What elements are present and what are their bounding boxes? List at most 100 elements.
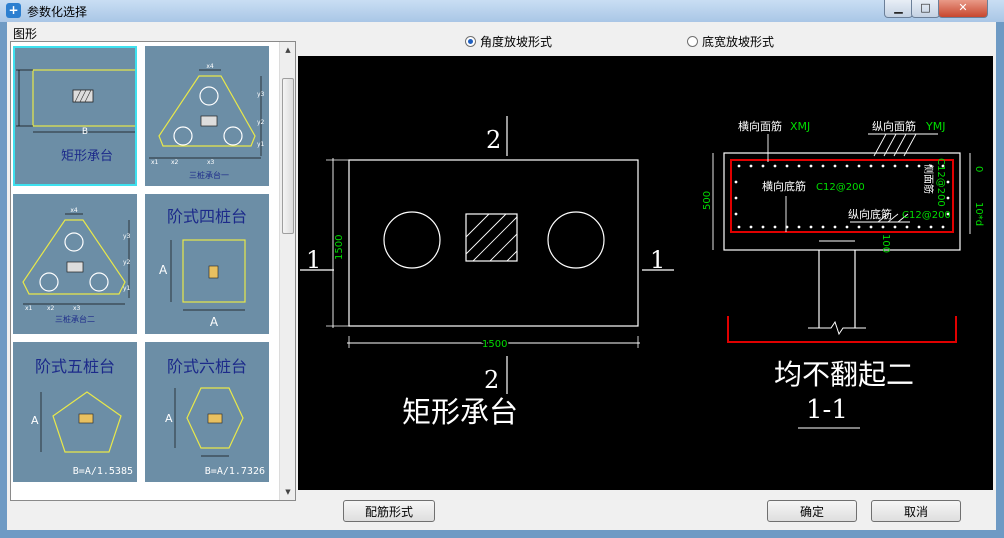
app-logo-icon: + — [6, 3, 21, 18]
code-top-longitudinal: YMJ — [925, 120, 945, 133]
close-button[interactable]: ✕ — [938, 0, 988, 18]
thumb-step-six-pile-drawing: 阶式六桩台 A B=A/1.7326 — [165, 357, 265, 477]
thumb-step-five-pile[interactable]: 阶式五桩台 A B=A/1.5385 — [13, 342, 137, 482]
radio-angle-slope[interactable]: 角度放坡形式 — [465, 33, 552, 50]
thumb-dim: B=A/1.7326 — [205, 466, 265, 477]
section-dim-height: 500 — [702, 191, 713, 210]
thumb-three-pile-2[interactable]: x4 y3 y2 y1 x1 x2 x3 三桩承台二 — [13, 194, 137, 334]
preview-drawing: 2 2 1 1 1500 1500 矩形承台 横向面筋 XMJ 纵向面筋 YMJ… — [300, 116, 984, 429]
section-mark-right: 1 — [650, 246, 665, 274]
label-bottom-transverse: 横向底筋 — [762, 179, 806, 193]
shape-list-scrollbar[interactable]: ▲ ▼ — [279, 42, 295, 500]
thumb-step-five-pile-drawing: 阶式五桩台 A B=A/1.5385 — [31, 357, 133, 477]
thumb-label: 阶式四桩台 — [167, 207, 247, 226]
thumb-three-pile-1[interactable]: x4 y3 y2 y1 x1 x2 x3 三桩承台一 — [145, 46, 269, 186]
section-mark-bottom: 2 — [484, 366, 499, 394]
thumb-dim: x1 — [151, 159, 159, 166]
thumb-dim: B=A/1.5385 — [73, 466, 133, 477]
minimize-icon: ▁ — [894, 1, 903, 14]
ok-button[interactable]: 确定 — [767, 500, 857, 522]
thumb-step-four-pile-drawing: 阶式四桩台 A A — [159, 207, 247, 329]
maximize-button[interactable]: □ — [911, 0, 940, 18]
radio-angle-label: 角度放坡形式 — [480, 35, 553, 49]
code-bottom-transverse: C12@200 — [816, 182, 865, 193]
thumb-dim: A — [159, 263, 168, 277]
label-bottom-longitudinal: 纵向底筋 — [848, 207, 892, 221]
maximize-icon: □ — [920, 1, 931, 14]
thumb-dim: y3 — [123, 233, 131, 240]
label-top-transverse: 横向面筋 — [738, 119, 782, 133]
code-side: C12@200 — [935, 158, 946, 207]
column-square — [465, 213, 518, 262]
thumb-label: 三桩承台二 — [55, 314, 95, 324]
thumb-label: 三桩承台一 — [189, 170, 229, 180]
thumb-dim: y2 — [257, 119, 265, 126]
thumb-dim: x3 — [73, 305, 81, 312]
title-bar[interactable]: + 参数化选择 ▁ □ ✕ — [0, 0, 1004, 22]
dialog-client: 图形 B 矩形承台 x4 y3 y2 y1 x1 x2 x3 三桩承台一 x4 … — [7, 22, 996, 530]
thumb-label: 矩形承台 — [61, 149, 113, 164]
thumb-step-four-pile[interactable]: 阶式四桩台 A A — [145, 194, 269, 334]
preview-canvas: 2 2 1 1 1500 1500 矩形承台 横向面筋 XMJ 纵向面筋 YMJ… — [298, 56, 993, 490]
thumb-dim: y3 — [257, 91, 265, 98]
thumb-dim: A — [165, 412, 173, 425]
shape-list[interactable]: B 矩形承台 x4 y3 y2 y1 x1 x2 x3 三桩承台一 x4 y3 … — [10, 41, 296, 501]
thumb-dim: y1 — [123, 285, 131, 292]
section-dim-100: 100 — [880, 234, 891, 253]
thumb-dim-b: B — [82, 127, 88, 137]
plan-dim-width: 1500 — [482, 339, 507, 350]
thumb-three-pile-2-drawing: x4 y3 y2 y1 x1 x2 x3 三桩承台二 — [22, 207, 131, 324]
thumb-dim: x4 — [206, 63, 214, 70]
arrow-up-icon: ▲ — [285, 46, 291, 54]
group-label-shapes: 图形 — [13, 27, 38, 41]
radio-checked-icon[interactable] — [465, 36, 476, 47]
code-bottom-longitudinal: C12@200 — [902, 210, 951, 221]
thumb-label: 阶式六桩台 — [167, 357, 247, 376]
plan-dim-height: 1500 — [334, 235, 345, 260]
code-top-transverse: XMJ — [790, 120, 810, 133]
rebar-form-button[interactable]: 配筋形式 — [343, 500, 435, 522]
section-view: 横向面筋 XMJ 纵向面筋 YMJ 侧面筋 C12@200 横向底筋 C12@2… — [702, 119, 984, 429]
arrow-down-icon: ▼ — [285, 488, 291, 496]
thumb-step-six-pile[interactable]: 阶式六桩台 A B=A/1.7326 — [145, 342, 269, 482]
slope-form-options: 角度放坡形式 底宽放坡形式 — [295, 28, 995, 52]
section-dim-zero: 0 — [973, 166, 984, 172]
plan-caption: 矩形承台 — [402, 395, 518, 429]
section-mark-left: 1 — [306, 246, 321, 274]
scroll-up-button[interactable]: ▲ — [280, 42, 295, 58]
thumb-dim: x3 — [207, 159, 215, 166]
radio-width-label: 底宽放坡形式 — [702, 35, 775, 49]
thumb-dim: y1 — [257, 141, 265, 148]
rebar-cage — [730, 159, 954, 233]
thumb-three-pile-1-drawing: x4 y3 y2 y1 x1 x2 x3 三桩承台一 — [149, 63, 265, 180]
thumb-dim: x4 — [70, 207, 78, 214]
section-mark-top: 2 — [486, 126, 501, 154]
thumb-rect-cap-drawing: B 矩形承台 — [16, 69, 137, 164]
label-top-longitudinal: 纵向面筋 — [872, 119, 916, 133]
thumb-dim: y2 — [123, 259, 131, 266]
plan-view: 2 2 1 1 1500 1500 矩形承台 — [300, 116, 674, 429]
cancel-button[interactable]: 取消 — [871, 500, 961, 522]
section-dim-anchor: 10*d — [973, 202, 984, 226]
pile-circle-right — [547, 211, 605, 269]
thumb-label: 阶式五桩台 — [35, 357, 115, 376]
window-title: 参数化选择 — [27, 5, 88, 19]
thumb-dim: A — [31, 414, 39, 427]
thumb-dim: x2 — [47, 305, 55, 312]
radio-width-slope[interactable]: 底宽放坡形式 — [687, 33, 774, 50]
minimize-button[interactable]: ▁ — [884, 0, 913, 18]
scroll-down-button[interactable]: ▼ — [280, 484, 295, 500]
thumb-dim: x1 — [25, 305, 33, 312]
pile-circle-left — [383, 211, 441, 269]
close-icon: ✕ — [958, 1, 968, 14]
thumb-dim: x2 — [171, 159, 179, 166]
label-side: 侧面筋 — [922, 164, 935, 194]
section-name: 1-1 — [806, 395, 848, 425]
section-caption: 均不翻起二 — [774, 358, 914, 391]
scroll-thumb[interactable] — [282, 78, 294, 234]
radio-unchecked-icon[interactable] — [687, 36, 698, 47]
thumb-dim: A — [210, 315, 219, 329]
resize-grip-icon[interactable] — [986, 520, 996, 530]
thumb-rect-cap[interactable]: B 矩形承台 — [13, 46, 137, 186]
plan-outline — [348, 159, 639, 327]
